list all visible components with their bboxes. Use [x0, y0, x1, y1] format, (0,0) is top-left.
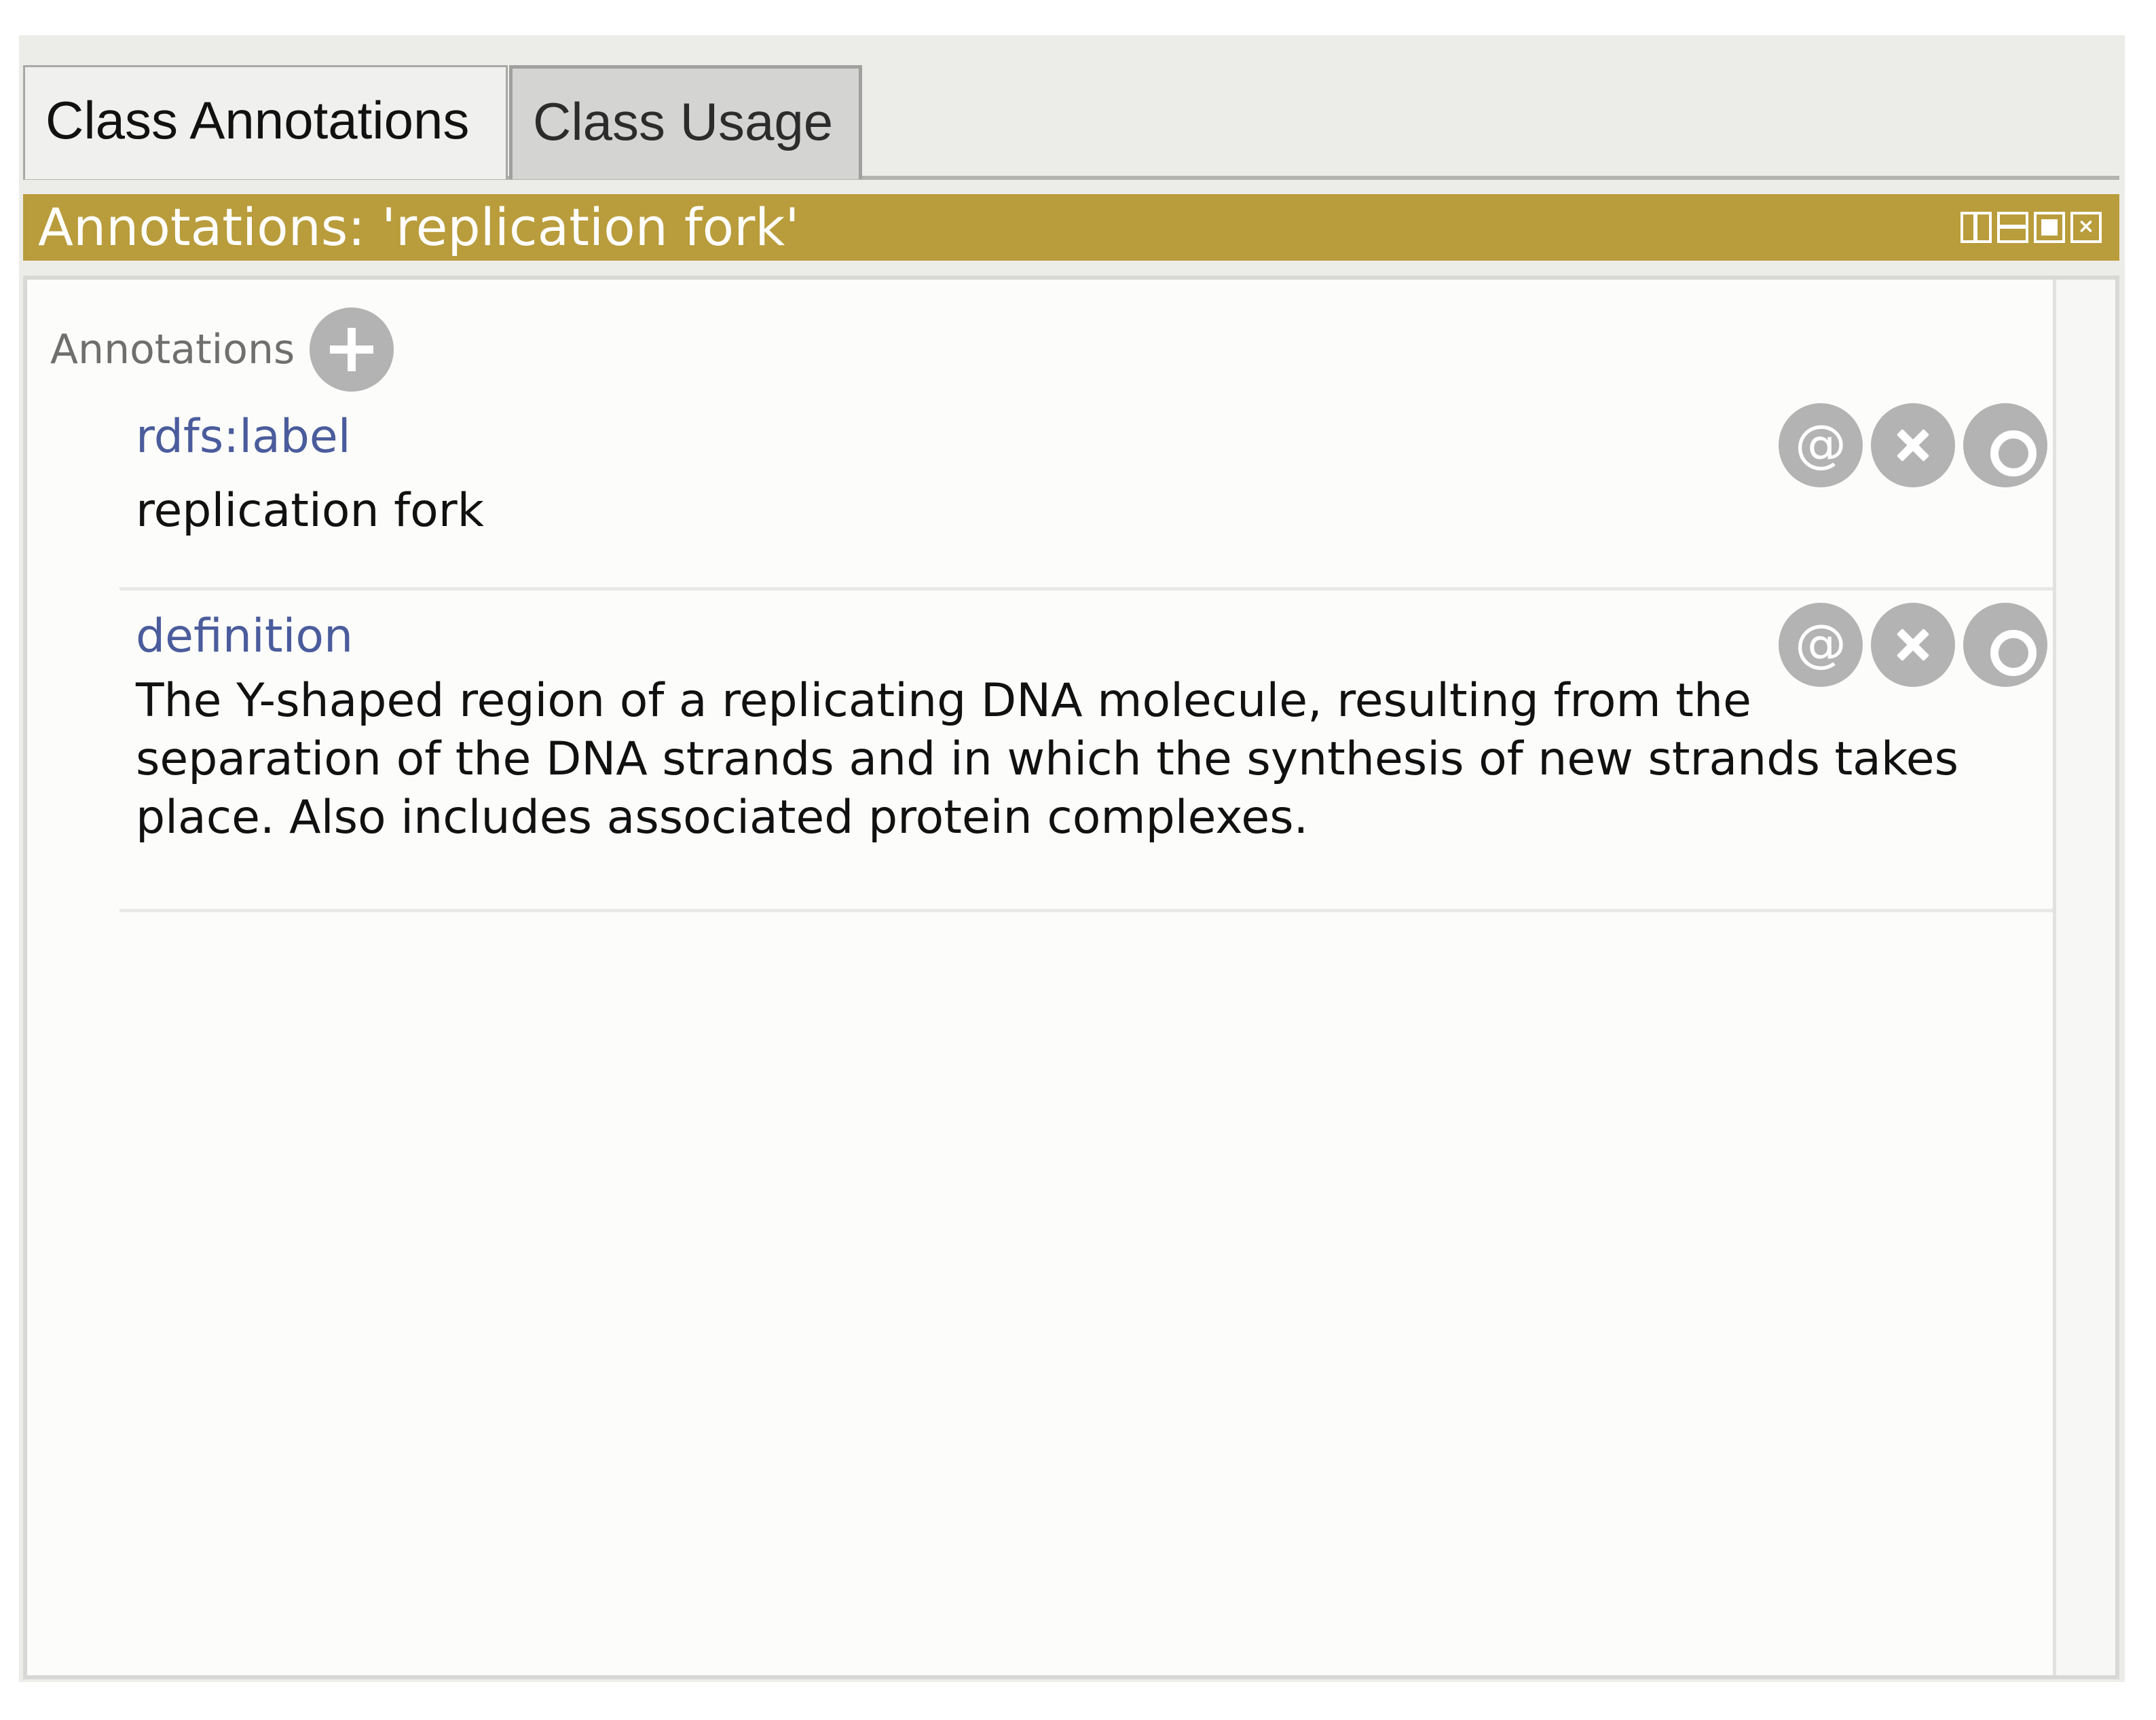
annotation-row[interactable]: definition The Y-shaped region of a repl…: [119, 593, 2056, 912]
annotation-value: The Y-shaped region of a replicating DNA…: [136, 674, 1959, 844]
maximize-icon[interactable]: [2034, 212, 2065, 243]
split-horizontal-icon[interactable]: [1997, 212, 2028, 243]
at-icon[interactable]: @: [1779, 603, 1863, 687]
tab-class-annotations[interactable]: Class Annotations: [23, 65, 508, 179]
delete-icon[interactable]: [1871, 403, 1955, 487]
at-icon[interactable]: @: [1779, 403, 1863, 487]
edit-icon[interactable]: [1963, 403, 2047, 487]
delete-icon[interactable]: [1871, 603, 1955, 687]
view-header: Annotations: 'replication fork' ×: [23, 194, 2119, 261]
annotation-row[interactable]: rdfs:label replication fork @: [119, 394, 2056, 591]
add-annotation-button[interactable]: [310, 307, 394, 392]
annotations-panel: Annotations rdfs:label replication fork …: [23, 276, 2119, 1679]
edit-icon[interactable]: [1963, 603, 2047, 687]
vertical-scrollbar[interactable]: [2053, 280, 2115, 1675]
annotation-property: definition: [136, 610, 354, 663]
split-vertical-icon[interactable]: [1960, 212, 1992, 243]
view-controls: ×: [1960, 212, 2102, 243]
cropped-content-strip: [19, 35, 2125, 39]
section-label: Annotations: [50, 326, 295, 373]
protege-view-window: Class Annotations Class Usage Annotation…: [19, 35, 2125, 1682]
annotation-property: rdfs:label: [136, 410, 351, 464]
view-title: Annotations: 'replication fork': [38, 197, 800, 257]
annotations-section-header: Annotations: [50, 307, 394, 392]
annotation-buttons: @: [1779, 603, 2047, 687]
close-icon[interactable]: ×: [2070, 212, 2102, 243]
annotation-buttons: @: [1779, 403, 2047, 487]
annotation-value: replication fork: [136, 484, 485, 538]
tab-class-usage[interactable]: Class Usage: [509, 65, 862, 179]
